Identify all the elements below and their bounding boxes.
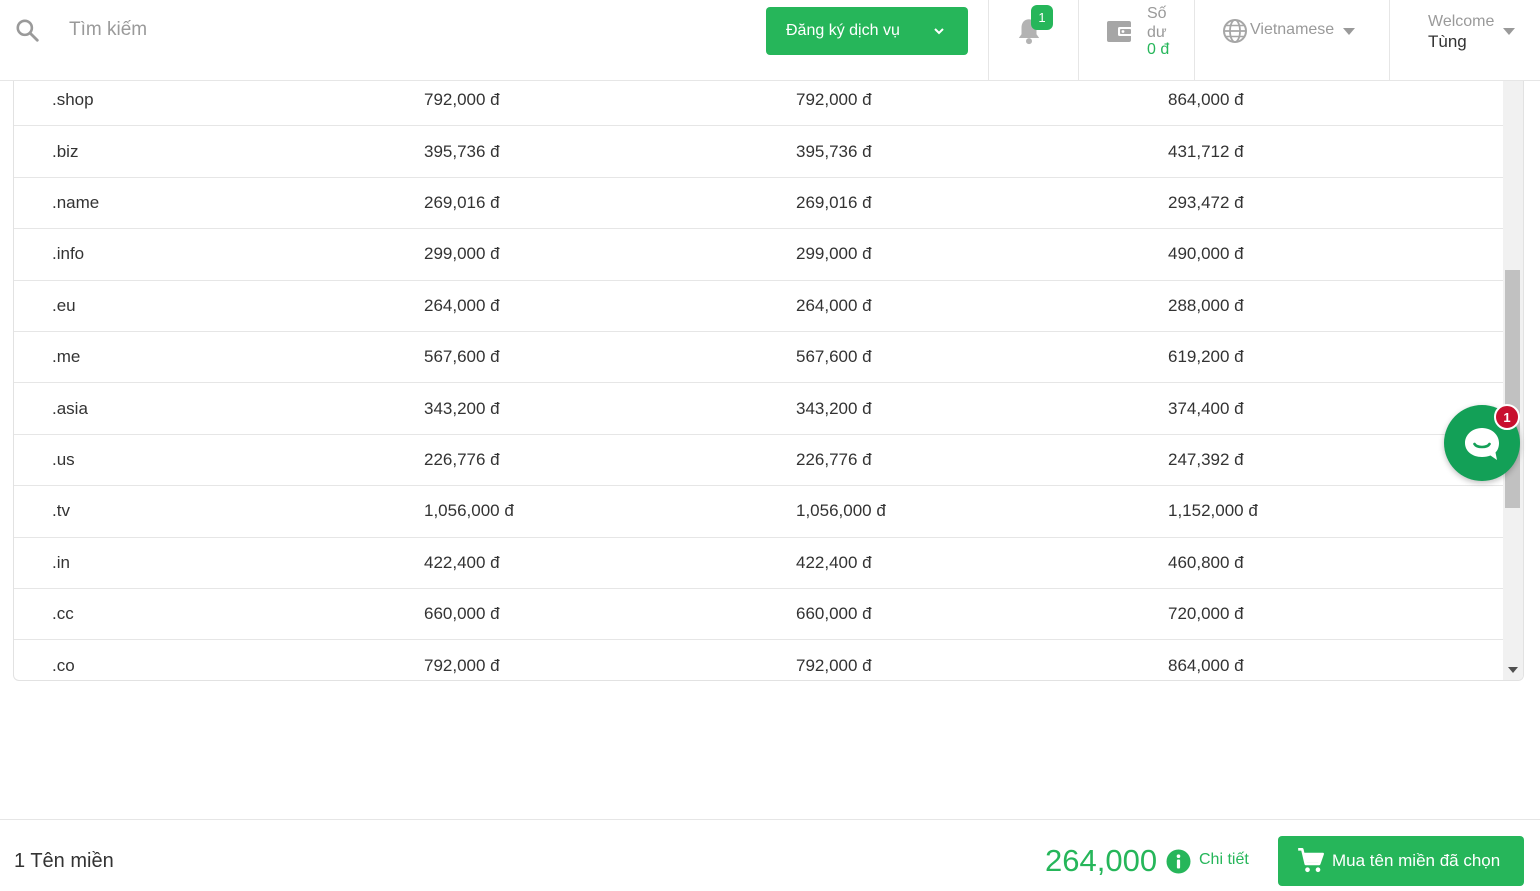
- price-cell: 299,000 đ: [424, 244, 500, 264]
- price-cell: 1,056,000 đ: [796, 501, 886, 521]
- price-cell: 395,736 đ: [796, 141, 872, 161]
- caret-down-icon[interactable]: [1502, 27, 1516, 36]
- price-cell: 660,000 đ: [796, 604, 872, 624]
- cart-icon: [1298, 848, 1324, 873]
- register-service-button[interactable]: Đăng ký dịch vụ: [766, 7, 968, 55]
- table-row: .biz 395,736 đ 395,736 đ 431,712 đ: [14, 126, 1503, 178]
- tld-cell: .us: [52, 449, 75, 469]
- scrollbar-thumb[interactable]: [1505, 270, 1520, 508]
- tld-cell: .asia: [52, 398, 88, 418]
- tld-cell: .co: [52, 655, 75, 675]
- tld-cell: .shop: [52, 90, 94, 110]
- scrollbar[interactable]: [1503, 81, 1523, 680]
- top-header: Đăng ký dịch vụ 1 Số dư 0 đ Vietnamese W…: [0, 0, 1540, 81]
- price-cell: 864,000 đ: [1168, 90, 1244, 110]
- price-cell: 567,600 đ: [424, 347, 500, 367]
- table-row: .cc 660,000 đ 660,000 đ 720,000 đ: [14, 589, 1503, 641]
- price-cell: 293,472 đ: [1168, 192, 1244, 212]
- buy-selected-domains-button[interactable]: Mua tên miền đã chọn: [1278, 836, 1524, 886]
- search-input[interactable]: [60, 14, 460, 46]
- price-cell: 720,000 đ: [1168, 604, 1244, 624]
- price-cell: 226,776 đ: [424, 449, 500, 469]
- price-cell: 343,200 đ: [424, 398, 500, 418]
- table-row: .me 567,600 đ 567,600 đ 619,200 đ: [14, 332, 1503, 384]
- price-cell: 1,152,000 đ: [1168, 501, 1258, 521]
- balance-value: 0 đ: [1147, 41, 1170, 58]
- tld-cell: .info: [52, 244, 85, 264]
- price-cell: 792,000 đ: [424, 90, 500, 110]
- chat-badge: 1: [1494, 404, 1520, 430]
- notification-badge: 1: [1031, 5, 1053, 30]
- price-cell: 864,000 đ: [1168, 655, 1244, 675]
- tld-cell: .me: [52, 347, 81, 367]
- header-divider: [1078, 0, 1079, 80]
- balance-label: Số dư: [1147, 5, 1167, 41]
- price-cell: 460,800 đ: [1168, 552, 1244, 572]
- table-row: .name 269,016 đ 269,016 đ 293,472 đ: [14, 178, 1503, 230]
- chevron-down-icon: [934, 28, 944, 35]
- price-cell: 490,000 đ: [1168, 244, 1244, 264]
- price-cell: 1,056,000 đ: [424, 501, 514, 521]
- scroll-down-arrow[interactable]: [1508, 667, 1518, 673]
- header-divider: [1389, 0, 1390, 80]
- price-cell: 422,400 đ: [796, 552, 872, 572]
- selected-domain-count: 1 Tên miền: [14, 850, 114, 872]
- chat-icon: [1465, 428, 1499, 460]
- price-cell: 374,400 đ: [1168, 398, 1244, 418]
- checkout-bar: 1 Tên miền 264,000 Chi tiết Mua tên miền…: [0, 819, 1540, 891]
- price-cell: 269,016 đ: [424, 192, 500, 212]
- buy-button-label: Mua tên miền đã chọn: [1332, 851, 1501, 870]
- domain-pricing-table: .shop 792,000 đ 792,000 đ 864,000 đ .biz 395,…: [13, 81, 1524, 681]
- table-row: .us 226,776 đ 226,776 đ 247,392 đ: [14, 435, 1503, 487]
- price-cell: 792,000 đ: [424, 655, 500, 675]
- price-cell: 269,016 đ: [796, 192, 872, 212]
- price-cell: 343,200 đ: [796, 398, 872, 418]
- price-cell: 619,200 đ: [1168, 347, 1244, 367]
- welcome-label: Welcome: [1428, 13, 1495, 30]
- wallet-icon: [1107, 21, 1133, 42]
- price-cell: 660,000 đ: [424, 604, 500, 624]
- user-name[interactable]: Tùng: [1428, 32, 1467, 52]
- table-row: .shop 792,000 đ 792,000 đ 864,000 đ: [14, 81, 1503, 127]
- search-icon[interactable]: [14, 17, 40, 43]
- tld-cell: .eu: [52, 295, 76, 315]
- language-selector[interactable]: Vietnamese: [1250, 21, 1334, 39]
- table-row: .info 299,000 đ 299,000 đ 490,000 đ: [14, 229, 1503, 281]
- price-cell: 288,000 đ: [1168, 295, 1244, 315]
- header-divider: [1194, 0, 1195, 80]
- table-row: .in 422,400 đ 422,400 đ 460,800 đ: [14, 538, 1503, 589]
- total-price: 264,000: [1045, 843, 1158, 878]
- info-icon[interactable]: [1166, 849, 1191, 874]
- details-link[interactable]: Chi tiết: [1199, 851, 1249, 869]
- price-cell: 247,392 đ: [1168, 449, 1244, 469]
- tld-cell: .cc: [52, 604, 74, 624]
- table-row: .eu 264,000 đ 264,000 đ 288,000 đ: [14, 281, 1503, 332]
- table-row: .co 792,000 đ 792,000 đ 864,000 đ: [14, 640, 1503, 680]
- price-cell: 567,600 đ: [796, 347, 872, 367]
- price-cell: 395,736 đ: [424, 141, 500, 161]
- tld-cell: .tv: [52, 501, 70, 521]
- caret-down-icon[interactable]: [1342, 27, 1356, 36]
- price-cell: 792,000 đ: [796, 90, 872, 110]
- price-cell: 264,000 đ: [796, 295, 872, 315]
- price-cell: 226,776 đ: [796, 449, 872, 469]
- price-cell: 431,712 đ: [1168, 141, 1244, 161]
- table-row: .tv 1,056,000 đ 1,056,000 đ 1,152,000 đ: [14, 486, 1503, 538]
- tld-cell: .in: [52, 552, 70, 572]
- price-cell: 299,000 đ: [796, 244, 872, 264]
- header-divider: [988, 0, 989, 80]
- tld-cell: .name: [52, 192, 100, 212]
- tld-cell: .biz: [52, 141, 79, 161]
- table-row: .asia 343,200 đ 343,200 đ 374,400 đ: [14, 383, 1503, 435]
- register-service-label: Đăng ký dịch vụ: [786, 22, 900, 39]
- price-cell: 792,000 đ: [796, 655, 872, 675]
- globe-icon[interactable]: [1222, 18, 1248, 44]
- price-cell: 264,000 đ: [424, 295, 500, 315]
- price-cell: 422,400 đ: [424, 552, 500, 572]
